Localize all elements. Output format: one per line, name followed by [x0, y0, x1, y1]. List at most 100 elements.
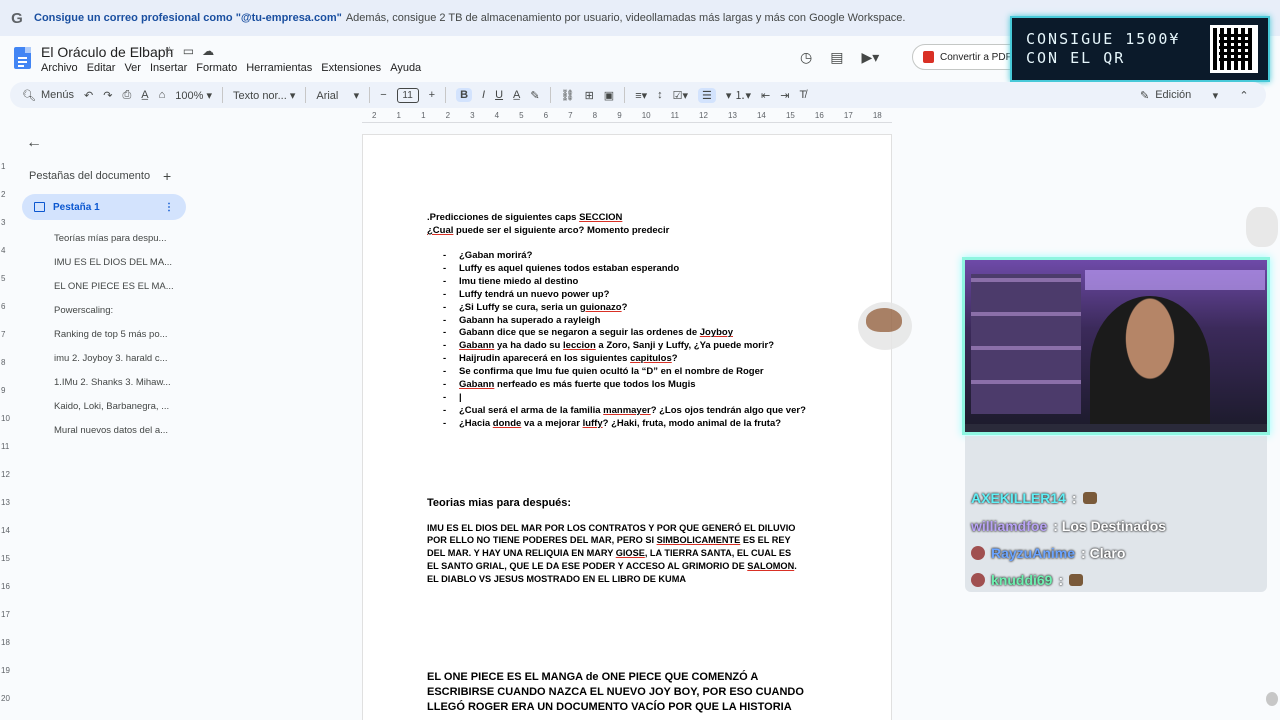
comments-icon[interactable]: ▤: [830, 49, 843, 66]
ruler-number: 18: [872, 111, 882, 120]
menu-ayuda[interactable]: Ayuda: [390, 62, 421, 74]
list-item: ¿Cual será el arma de la familia manmaye…: [427, 405, 827, 418]
ruler-number: 19: [1, 666, 10, 675]
menu-bar: Archivo Editar Ver Insertar Formato Herr…: [41, 62, 430, 74]
font-value: Arial: [316, 89, 339, 102]
outline-item[interactable]: 1.IMu 2. Shanks 3. Mihaw...: [54, 371, 174, 395]
redo-icon[interactable]: ↷: [103, 89, 112, 102]
search-menus-button[interactable]: 🔍︎ Menús: [22, 89, 74, 102]
move-folder-icon[interactable]: ▭: [183, 44, 194, 58]
menu-herramientas[interactable]: Herramientas: [246, 62, 312, 74]
menu-archivo[interactable]: Archivo: [41, 62, 78, 74]
editing-mode-select[interactable]: ✎ Edición ▾ ⌃: [1140, 82, 1249, 108]
decrease-font-size-icon[interactable]: −: [380, 89, 386, 101]
ruler-number: 1: [396, 111, 401, 120]
chat-text: :: [1058, 572, 1064, 588]
chevron-down-icon: ▾: [1197, 89, 1219, 102]
outline-item[interactable]: Teorías mías para despu...: [54, 227, 174, 251]
ruler-number: 1: [421, 111, 426, 120]
bulleted-list-icon[interactable]: ☰: [698, 87, 716, 103]
ruler-number: 10: [1, 414, 10, 423]
menu-editar[interactable]: Editar: [87, 62, 116, 74]
link-icon[interactable]: ⛓: [561, 89, 575, 102]
tab-pestana-1[interactable]: Pestaña 1 ⋮: [22, 194, 186, 220]
list-item: Gabann nerfeado es más fuerte que todos …: [427, 379, 827, 392]
insert-image-icon[interactable]: ▣: [604, 89, 614, 102]
outline-item[interactable]: Kaido, Loki, Barbanegra, ...: [54, 395, 174, 419]
add-comment-icon[interactable]: ⊞: [585, 89, 594, 102]
qr-promo-line-2: CON EL QR: [1026, 49, 1126, 67]
line-spacing-icon[interactable]: ↕: [657, 89, 663, 101]
spellcheck-icon[interactable]: A̲: [141, 89, 148, 101]
outline-item[interactable]: Mural nuevos datos del a...: [54, 419, 174, 443]
outline-item[interactable]: Powerscaling:: [54, 299, 174, 323]
zoom-select[interactable]: 100% ▾: [175, 89, 212, 102]
document-page[interactable]: .Predicciones de siguientes caps SECCION…: [362, 134, 892, 720]
vertical-ruler[interactable]: 1 2 3 4 5 6 7 8 9 10 11 12 13 14 15 16 1…: [0, 124, 10, 720]
menu-formato[interactable]: Formato: [196, 62, 237, 74]
menu-insertar[interactable]: Insertar: [150, 62, 187, 74]
menu-ver[interactable]: Ver: [124, 62, 141, 74]
horizontal-ruler[interactable]: 2 1 1 2 3 4 5 6 7 8 9 10 11 12 13 14 15 …: [362, 111, 892, 123]
text-color-icon[interactable]: A̲: [513, 89, 520, 101]
back-arrow-icon[interactable]: ←: [26, 134, 42, 152]
font-size-input[interactable]: 11: [396, 87, 419, 103]
stream-qr-promo: CONSIGUE 1500¥ CON EL QR: [1010, 16, 1270, 82]
print-icon[interactable]: ⎙: [122, 89, 131, 102]
chat-text: :: [1071, 490, 1077, 506]
docs-logo-icon[interactable]: [14, 47, 31, 69]
meet-icon[interactable]: ▶▾: [861, 49, 879, 66]
emote-icon: [1082, 492, 1097, 504]
cloud-status-icon[interactable]: ☁: [202, 44, 214, 58]
ruler-number: 4: [1, 246, 6, 255]
italic-icon[interactable]: I: [482, 89, 485, 101]
promo-link[interactable]: Consigue un correo profesional como "@tu…: [34, 12, 342, 24]
ruler-number: 11: [670, 111, 679, 120]
decrease-indent-icon[interactable]: ⇤: [761, 89, 770, 102]
document-title[interactable]: El Oráculo de Elbaph: [41, 44, 173, 60]
align-icon[interactable]: ≡▾: [635, 89, 647, 102]
add-tab-icon[interactable]: +: [163, 168, 171, 184]
convert-pdf-label: Convertir a PDF: [940, 51, 1012, 63]
star-icon[interactable]: ☆: [164, 44, 175, 58]
stream-chat: AXEKILLER14 : williamdfoe : Los Destinad…: [965, 436, 1267, 592]
document-body[interactable]: .Predicciones de siguientes caps SECCION…: [427, 211, 827, 716]
outline-item[interactable]: imu 2. Joyboy 3. harald c...: [54, 347, 174, 371]
streamer-image: [1090, 296, 1210, 432]
more-options-icon[interactable]: ⋮: [164, 202, 174, 213]
ruler-number: 13: [1, 498, 10, 507]
list-item: Gabann ya ha dado su leccion a Zoro, San…: [427, 340, 827, 353]
explore-icon[interactable]: [1266, 692, 1278, 706]
font-select[interactable]: Arial ▾: [316, 89, 359, 102]
highlight-icon[interactable]: ✎: [530, 89, 539, 102]
collapse-toolbar-icon[interactable]: ⌃: [1224, 89, 1248, 102]
search-menus-label: Menús: [40, 89, 74, 101]
list-item: Gabann ha superado a rayleigh: [427, 315, 827, 328]
checklist-icon[interactable]: ☑▾: [673, 89, 688, 102]
outline-item[interactable]: IMU ES EL DIOS DEL MA...: [54, 251, 174, 275]
increase-font-size-icon[interactable]: +: [429, 89, 435, 101]
clear-formatting-icon[interactable]: T̸: [799, 89, 806, 101]
mascot-sticker-image: [858, 302, 912, 350]
ruler-number: 16: [1, 582, 10, 591]
webcam-light: [1085, 270, 1265, 290]
chat-text: : Los Destinados: [1053, 518, 1167, 534]
undo-icon[interactable]: ↶: [84, 89, 93, 102]
toolbar-divider: [549, 87, 551, 103]
style-select[interactable]: Texto nor... ▾: [233, 89, 295, 102]
outline-item[interactable]: EL ONE PIECE ES EL MA...: [54, 275, 174, 299]
list-item: Haijrudin aparecerá en los siguientes ca…: [427, 353, 827, 366]
underline-icon[interactable]: U: [495, 89, 503, 101]
history-icon[interactable]: ◷: [800, 49, 812, 66]
ruler-number: 11: [1, 442, 10, 451]
menu-extensiones[interactable]: Extensiones: [321, 62, 381, 74]
bold-icon[interactable]: B: [456, 88, 473, 102]
paint-format-icon[interactable]: ⌂: [159, 89, 166, 101]
ruler-number: 12: [1, 470, 10, 479]
chat-message: RayzuAnime : Claro: [971, 545, 1125, 561]
increase-indent-icon[interactable]: ⇥: [780, 89, 789, 102]
tabs-heading: Pestañas del documento: [29, 170, 151, 182]
outline-item[interactable]: Ranking de top 5 más po...: [54, 323, 174, 347]
list-item: ¿Gaban morirá?: [427, 250, 827, 263]
numbered-list-icon[interactable]: ▾ ⒈▾: [726, 87, 751, 103]
